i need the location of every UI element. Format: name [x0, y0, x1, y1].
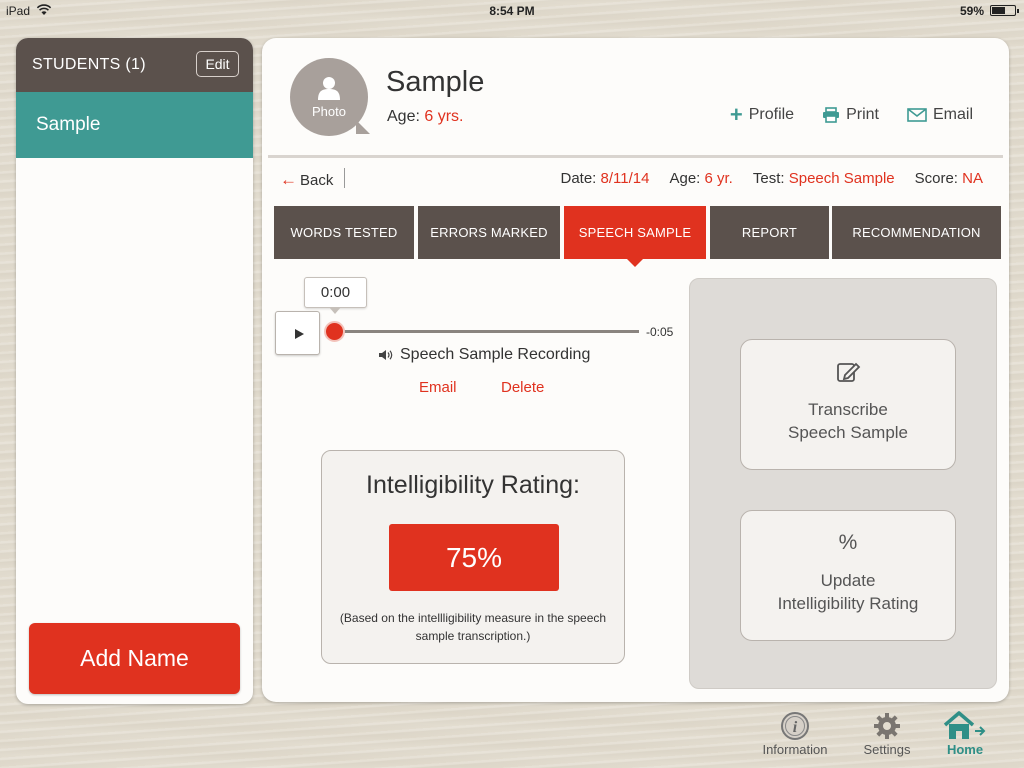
student-age: Age: 6 yrs. [387, 108, 464, 126]
students-title: STUDENTS (1) [32, 56, 146, 73]
tab-report[interactable]: REPORT [710, 206, 829, 259]
test-info-row: ← Back Date: 8/11/14 Age: 6 yr. Test: Sp… [262, 164, 1009, 196]
test-date: Date: 8/11/14 [561, 170, 650, 187]
recording-title: Speech Sample Recording [400, 346, 591, 363]
email-button[interactable]: Email [907, 106, 973, 124]
update-line-2: Intelligibility Rating [777, 594, 919, 613]
transcribe-icon-wrap [741, 360, 955, 390]
date-label: Date: [560, 170, 597, 187]
clock: 8:54 PM [489, 4, 535, 18]
intelligibility-title: Intelligibility Rating: [366, 471, 580, 499]
recording-label: Speech Sample Recording [378, 346, 590, 364]
nav-home-label: Home [946, 742, 984, 757]
intelligibility-value: 75% [389, 524, 559, 591]
back-button[interactable]: ← Back [280, 170, 333, 190]
status-bar: iPad 8:54 PM 59% [0, 0, 1024, 22]
email-button-label: Email [932, 106, 973, 123]
back-label: Back [300, 171, 334, 189]
tab-speech-sample[interactable]: SPEECH SAMPLE [564, 206, 706, 267]
playback-track[interactable] [334, 330, 639, 333]
intelligibility-note: (Based on the intellligibility measure i… [339, 611, 607, 643]
print-button-label: Print [846, 106, 879, 123]
battery-icon [990, 5, 1019, 16]
transcribe-button[interactable]: Transcribe Speech Sample [740, 339, 956, 470]
edit-button[interactable]: Edit [196, 51, 239, 77]
age-label: Age: [387, 108, 420, 125]
score-label: Score: [914, 170, 958, 187]
date-value: 8/11/14 [600, 170, 650, 187]
nav-information[interactable]: i Information [755, 710, 835, 757]
svg-text:i: i [793, 719, 798, 736]
plus-icon: + [729, 102, 743, 127]
nav-settings[interactable]: Settings [852, 710, 922, 757]
person-icon [318, 77, 340, 100]
intelligibility-card: Intelligibility Rating: 75% (Based on th… [321, 450, 625, 664]
add-name-button[interactable]: Add Name [29, 623, 240, 694]
update-rating-button[interactable]: % Update Intelligibility Rating [740, 510, 956, 641]
profile-actions: + Profile Print Email [729, 102, 973, 127]
test-label: Test: [752, 170, 785, 187]
percent-icon: % [838, 531, 858, 554]
transcribe-line-2: Speech Sample [787, 423, 909, 442]
speaker-icon [379, 350, 393, 360]
profile-button[interactable]: + Profile [729, 102, 795, 127]
profile-header: Photo Sample Age: 6 yrs. + Profile Print [262, 38, 1009, 156]
email-recording-link[interactable]: Email [419, 379, 457, 396]
test-type: Test: Speech Sample [753, 170, 895, 187]
tab-errors-marked[interactable]: ERRORS MARKED [418, 206, 560, 259]
main-panel: Photo Sample Age: 6 yrs. + Profile Print [262, 38, 1009, 702]
playback-scrubber[interactable] [324, 321, 345, 342]
test-value: Speech Sample [788, 170, 895, 187]
age-value: 6 yr. [704, 170, 733, 187]
print-button[interactable]: Print [822, 106, 879, 124]
delete-recording-link[interactable]: Delete [501, 379, 544, 396]
profile-button-label: Profile [748, 106, 795, 123]
transcribe-line-1: Transcribe [808, 400, 888, 419]
bottom-nav: i Information Settings Home [0, 704, 1024, 768]
nav-settings-label: Settings [863, 742, 911, 757]
section-tabs: WORDS TESTED ERRORS MARKED SPEECH SAMPLE… [274, 206, 1001, 267]
photo-label: Photo [312, 104, 346, 119]
gear-icon [874, 713, 900, 739]
remaining-time: -0:05 [646, 325, 674, 339]
students-panel: STUDENTS (1) Edit Sample Add Name [16, 38, 253, 704]
student-name: Sample [386, 66, 485, 98]
envelope-icon [907, 108, 927, 122]
student-list-item[interactable]: Sample [16, 92, 253, 158]
test-age: Age: 6 yr. [669, 170, 732, 187]
update-rating-label: Update Intelligibility Rating [741, 569, 955, 615]
update-line-1: Update [820, 571, 876, 590]
percent-icon-wrap: % [741, 531, 955, 555]
test-score: Score: NA [915, 170, 983, 187]
header-divider [268, 155, 1003, 158]
printer-icon [823, 107, 840, 123]
info-icon: i [781, 712, 809, 740]
tab-recommendation[interactable]: RECOMMENDATION [832, 206, 1001, 259]
tab-words-tested[interactable]: WORDS TESTED [274, 206, 414, 259]
test-meta: Date: 8/11/14 Age: 6 yr. Test: Speech Sa… [561, 170, 984, 187]
nav-information-label: Information [762, 742, 828, 757]
play-icon [295, 329, 304, 339]
nav-home[interactable]: Home [938, 710, 992, 757]
score-value: NA [962, 170, 983, 187]
actions-panel: Transcribe Speech Sample % Update Intell… [689, 278, 997, 689]
battery-percent: 59% [959, 4, 984, 18]
students-header: STUDENTS (1) Edit [16, 38, 253, 92]
age-value: 6 yrs. [424, 108, 464, 125]
edit-note-icon [837, 362, 861, 382]
transcribe-label: Transcribe Speech Sample [741, 398, 955, 444]
play-button[interactable] [275, 311, 320, 355]
age-label: Age: [669, 170, 701, 187]
home-icon [943, 711, 986, 739]
back-arrow-icon: ← [280, 170, 297, 189]
separator [344, 168, 345, 188]
photo-avatar[interactable]: Photo [290, 58, 370, 136]
playback-time: 0:00 [304, 277, 367, 314]
